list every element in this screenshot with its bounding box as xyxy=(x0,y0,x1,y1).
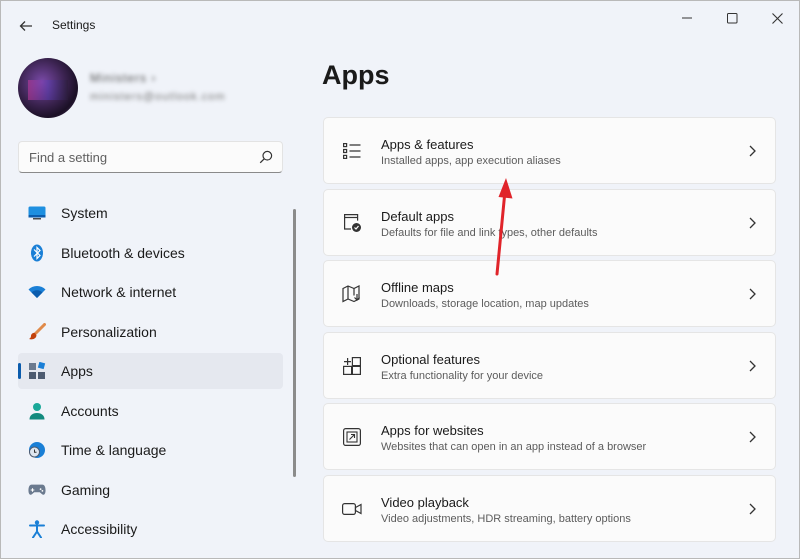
profile-name[interactable]: Ministers › xyxy=(90,71,156,85)
search-input[interactable] xyxy=(19,142,249,172)
card-subtitle: Extra functionality for your device xyxy=(381,369,544,382)
sidebar-item-label: Network & internet xyxy=(61,284,177,300)
card-optional-features[interactable]: Optional features Extra functionality fo… xyxy=(323,331,776,399)
map-icon xyxy=(342,284,362,304)
chevron-right-icon xyxy=(749,217,756,228)
sidebar-item-label: Apps xyxy=(61,363,93,379)
accessibility-icon xyxy=(28,520,46,538)
close-icon xyxy=(771,12,783,24)
settings-window: Settings Ministers › ministers@outlook.c… xyxy=(0,0,800,559)
chevron-right-icon xyxy=(749,431,756,443)
search-icon[interactable] xyxy=(259,150,273,164)
card-subtitle: Downloads, storage location, map updates xyxy=(381,298,589,310)
gamepad-icon xyxy=(28,481,46,499)
minimize-button[interactable] xyxy=(667,7,707,29)
sidebar-item-time-language[interactable]: Time & language xyxy=(18,432,283,468)
avatar[interactable] xyxy=(18,58,78,118)
card-subtitle: Installed apps, app execution aliases xyxy=(381,155,561,167)
card-apps-features[interactable]: Apps & features Installed apps, app exec… xyxy=(323,117,776,184)
card-apps-for-websites[interactable]: Apps for websites Websites that can open… xyxy=(323,403,776,470)
card-title: Apps for websites xyxy=(381,423,484,438)
back-arrow-icon xyxy=(19,21,32,31)
sidebar-item-label: Accessibility xyxy=(61,521,138,537)
sidebar-item-bluetooth[interactable]: Bluetooth & devices xyxy=(18,235,283,271)
sidebar-scrollbar[interactable] xyxy=(293,209,296,477)
chevron-right-icon xyxy=(749,145,756,157)
sidebar-item-apps[interactable]: Apps xyxy=(18,353,283,389)
system-icon xyxy=(28,204,46,222)
sidebar-item-label: Personalization xyxy=(61,323,157,340)
profile-email: ministers@outlook.com xyxy=(90,91,226,103)
maximize-icon xyxy=(726,12,737,23)
list-icon xyxy=(342,141,362,161)
sidebar-item-accounts[interactable]: Accounts xyxy=(18,393,283,429)
card-offline-maps[interactable]: Offline maps Downloads, storage location… xyxy=(323,260,776,327)
apps-icon xyxy=(28,362,46,380)
sidebar-nav: System Bluetooth & devices Network & int… xyxy=(18,195,283,551)
card-subtitle: Defaults for file and link types, other … xyxy=(381,226,598,239)
card-title: Offline maps xyxy=(381,280,454,295)
sidebar-item-label: Gaming xyxy=(61,481,111,498)
card-video-playback[interactable]: Video playback Video adjustments, HDR st… xyxy=(323,474,776,542)
minimize-icon xyxy=(681,17,692,19)
sidebar-item-accessibility[interactable]: Accessibility xyxy=(18,511,283,547)
card-default-apps[interactable]: Default apps Defaults for file and link … xyxy=(323,188,776,256)
brush-icon xyxy=(28,322,46,341)
card-title: Optional features xyxy=(381,351,481,367)
page-title: Apps xyxy=(322,60,390,90)
bluetooth-icon xyxy=(28,244,46,262)
sidebar-item-gaming[interactable]: Gaming xyxy=(18,472,283,508)
settings-card-list: Apps & features Installed apps, app exec… xyxy=(323,117,776,546)
card-subtitle: Video adjustments, HDR streaming, batter… xyxy=(381,512,631,525)
title-bar: Settings xyxy=(1,1,799,49)
sidebar-item-personalization[interactable]: Personalization xyxy=(18,314,283,350)
add-grid-icon xyxy=(342,356,362,376)
back-button[interactable] xyxy=(13,13,39,39)
chevron-right-icon xyxy=(749,503,756,514)
close-button[interactable] xyxy=(757,7,797,29)
card-subtitle: Websites that can open in an app instead… xyxy=(381,441,647,453)
sidebar-item-label: Time & language xyxy=(61,442,167,458)
card-title: Video playback xyxy=(381,494,469,510)
sidebar-item-system[interactable]: System xyxy=(18,195,283,231)
sidebar-item-network[interactable]: Network & internet xyxy=(18,274,283,310)
card-title: Apps & features xyxy=(381,137,474,152)
card-title: Default apps xyxy=(381,208,454,224)
chevron-right-icon xyxy=(749,288,756,300)
search-box[interactable] xyxy=(18,141,283,173)
chevron-right-icon xyxy=(749,360,756,371)
clock-globe-icon xyxy=(28,441,46,459)
default-apps-icon xyxy=(342,213,362,233)
wifi-icon xyxy=(28,283,46,301)
app-title: Settings xyxy=(52,18,96,32)
video-icon xyxy=(342,499,362,519)
sidebar-item-label: System xyxy=(61,205,108,221)
open-window-icon xyxy=(342,427,362,447)
sidebar-item-label: Accounts xyxy=(61,402,119,419)
maximize-button[interactable] xyxy=(712,7,752,29)
person-icon xyxy=(28,402,46,420)
sidebar-item-label: Bluetooth & devices xyxy=(61,244,185,261)
